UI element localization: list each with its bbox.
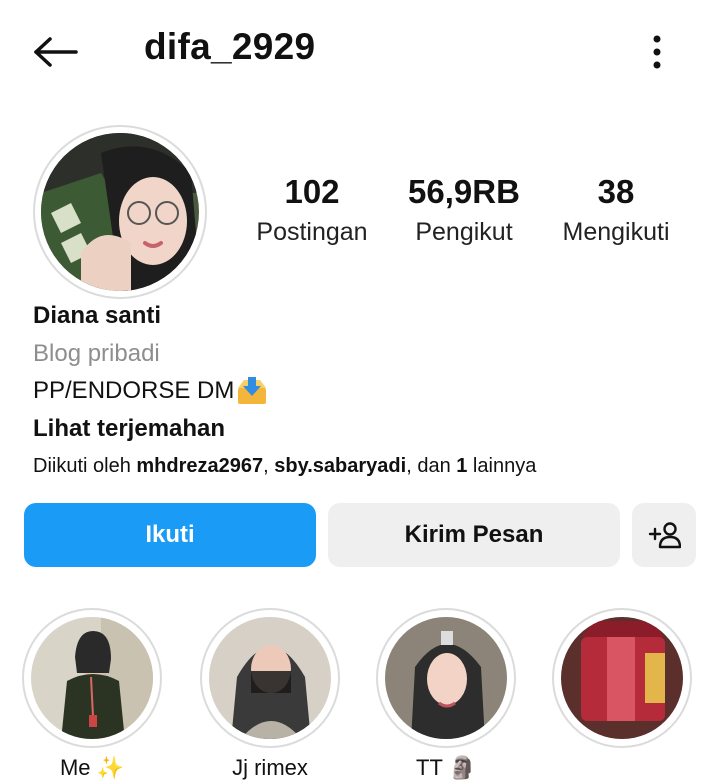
profile-name: Diana santi: [33, 302, 162, 329]
more-vertical-icon: [653, 35, 661, 69]
followed-prefix: Diikuti oleh: [33, 455, 137, 477]
highlight-cover-ring: [200, 608, 340, 748]
highlight-cover-image: [31, 617, 153, 739]
highlight-item[interactable]: TT 🗿: [376, 608, 516, 780]
follow-button[interactable]: Ikuti: [24, 503, 316, 567]
profile-avatar[interactable]: [33, 125, 207, 299]
followed-user-1[interactable]: mhdreza2967: [136, 455, 263, 477]
highlight-cover-ring: [376, 608, 516, 748]
stat-label: Pengikut: [415, 218, 513, 246]
stat-value: 102: [284, 173, 340, 210]
followed-mid: , dan: [406, 455, 457, 477]
highlight-cover-image: [385, 617, 507, 739]
arrow-left-icon: [34, 37, 78, 67]
inbox-tray-icon: [238, 377, 267, 404]
following-count[interactable]: 38 Mengikuti: [552, 172, 680, 248]
highlight-cover-ring: [22, 608, 162, 748]
stat-label: Postingan: [256, 218, 368, 246]
highlight-item[interactable]: Jj rimex: [200, 608, 340, 780]
highlight-cover-image: [561, 617, 683, 739]
highlight-item[interactable]: [552, 608, 692, 754]
followed-user-2[interactable]: sby.sabaryadi: [274, 455, 406, 477]
stat-value: 38: [597, 173, 635, 210]
send-message-button[interactable]: Kirim Pesan: [328, 503, 620, 567]
stat-value: 56,9RB: [408, 173, 520, 210]
followers-count[interactable]: 56,9RB Pengikut: [400, 172, 528, 248]
profile-username: difa_2929: [144, 26, 316, 67]
profile-category: Blog pribadi: [33, 340, 160, 367]
bio-text: PP/ENDORSE DM: [33, 377, 235, 404]
stat-label: Mengikuti: [562, 218, 670, 246]
more-options-button[interactable]: [640, 30, 674, 74]
top-bar: difa_2929: [0, 0, 720, 100]
highlight-cover-ring: [552, 608, 692, 748]
highlight-label: Jj rimex: [232, 755, 308, 780]
avatar-image: [41, 133, 199, 291]
highlight-label: TT 🗿: [416, 755, 476, 780]
followed-others-count: 1: [456, 455, 468, 477]
followed-suffix: lainnya: [467, 455, 537, 477]
highlight-label: Me ✨: [59, 755, 125, 780]
followed-by-text[interactable]: Diikuti oleh mhdreza2967, sby.sabaryadi,…: [33, 451, 536, 481]
profile-bio: PP/ENDORSE DM: [33, 376, 268, 406]
followed-separator: ,: [263, 455, 275, 477]
highlight-cover-image: [209, 617, 331, 739]
back-button[interactable]: [30, 30, 82, 74]
posts-count[interactable]: 102 Postingan: [248, 172, 376, 248]
suggest-users-button[interactable]: [632, 503, 696, 567]
see-translation-link[interactable]: Lihat terjemahan: [33, 414, 225, 444]
highlight-item[interactable]: Me ✨: [22, 608, 162, 780]
person-plus-icon: [648, 522, 681, 549]
